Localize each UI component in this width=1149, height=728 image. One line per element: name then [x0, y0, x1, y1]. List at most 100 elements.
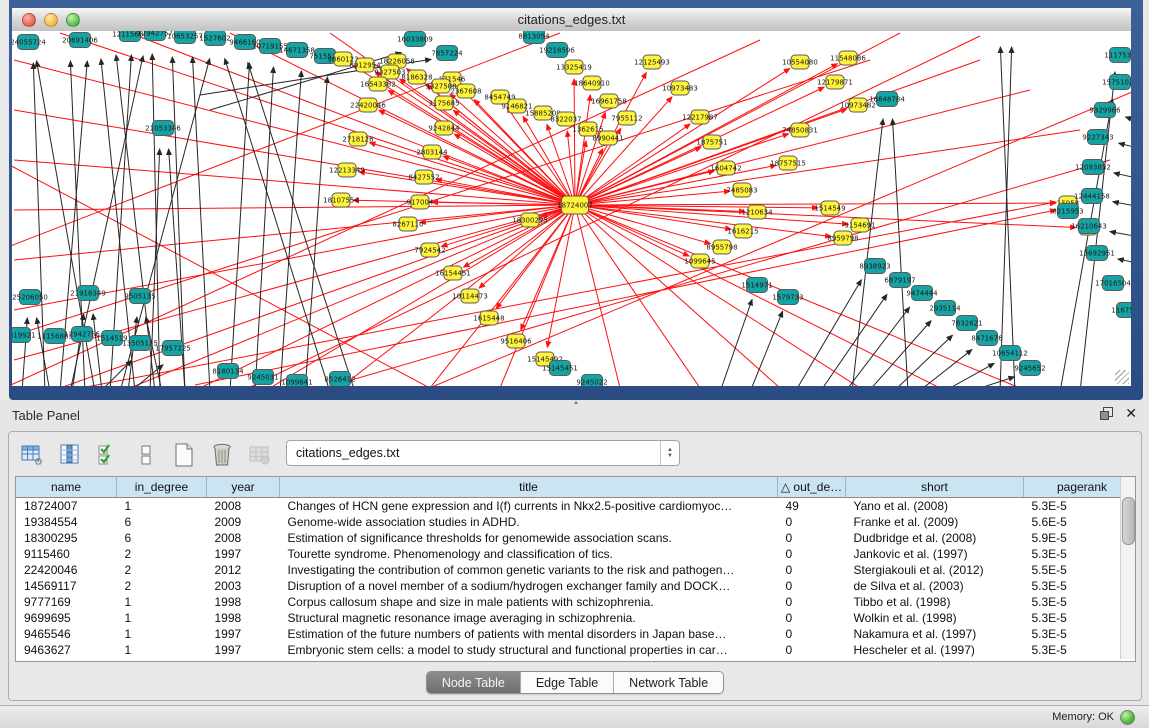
table-cell[interactable]: 18300295	[16, 530, 117, 546]
network-node[interactable]: 10114473	[452, 289, 488, 303]
network-edge[interactable]	[14, 110, 575, 205]
network-node[interactable]: 18757515	[770, 156, 806, 170]
table-cell[interactable]: 2009	[207, 514, 280, 530]
network-edge[interactable]	[1113, 202, 1131, 208]
network-node[interactable]: 15751024	[1102, 75, 1131, 90]
network-node[interactable]: 12217987	[682, 110, 718, 124]
minimize-window-button[interactable]	[44, 13, 58, 27]
network-node[interactable]: 17957225	[155, 341, 191, 356]
network-node[interactable]: 10653257	[167, 31, 203, 44]
float-panel-icon[interactable]	[1100, 407, 1113, 420]
network-node[interactable]: 74850831	[782, 123, 818, 137]
table-cell[interactable]: Estimation of significance thresholds fo…	[280, 530, 778, 546]
table-cell[interactable]: 0	[778, 626, 846, 642]
table-cell[interactable]: 19384554	[16, 514, 117, 530]
table-cell[interactable]: Embryonic stem cells: a model to study s…	[280, 642, 778, 658]
network-edge[interactable]	[14, 60, 575, 205]
table-cell[interactable]: 18724007	[16, 498, 117, 515]
table-cell[interactable]: 9699695	[16, 610, 117, 626]
table-cell[interactable]: 1997	[207, 546, 280, 562]
network-edge[interactable]	[248, 63, 355, 386]
table-row[interactable]: 1938455462009Genome-wide association stu…	[16, 514, 1136, 530]
network-node[interactable]: 10654112	[992, 346, 1028, 361]
table-cell[interactable]: Stergiakouli et al. (2012)	[846, 562, 1024, 578]
network-node[interactable]: 2803144	[416, 145, 448, 159]
network-node[interactable]: 16033809	[397, 32, 433, 47]
network-edge[interactable]	[575, 205, 860, 386]
show-columns-icon[interactable]	[57, 442, 83, 468]
network-node[interactable]: 7955112	[611, 111, 642, 125]
network-node[interactable]: 8267110	[392, 217, 423, 231]
table-cell[interactable]: 0	[778, 514, 846, 530]
network-edge[interactable]	[795, 280, 861, 386]
network-hub-node[interactable]: 18724007	[557, 196, 593, 214]
network-node[interactable]: 9242844	[428, 121, 460, 135]
table-cell[interactable]: Genome-wide association studies in ADHD.	[280, 514, 778, 530]
network-window-title-bar[interactable]: citations_edges.txt	[12, 8, 1131, 32]
table-cell[interactable]: 6	[117, 514, 207, 530]
network-node[interactable]: 9245652	[1014, 361, 1045, 376]
table-cell[interactable]: 9465546	[16, 626, 117, 642]
table-cell[interactable]: Wolkin et al. (1998)	[846, 610, 1024, 626]
checkbox-column-icon[interactable]	[133, 442, 159, 468]
network-edge[interactable]	[130, 205, 575, 386]
table-vertical-scrollbar[interactable]	[1120, 477, 1135, 659]
table-cell[interactable]: 2008	[207, 530, 280, 546]
network-node[interactable]: 12444158	[1074, 189, 1110, 204]
network-edge[interactable]	[12, 160, 430, 386]
network-node[interactable]: 7632621	[951, 316, 982, 331]
table-row[interactable]: 946362711997Embryonic stem cells: a mode…	[16, 642, 1136, 658]
network-node[interactable]: 9474444	[906, 286, 938, 301]
network-node[interactable]: 15692951	[1079, 246, 1115, 261]
table-cell[interactable]: 1998	[207, 594, 280, 610]
tab-node-table[interactable]: Node Table	[427, 672, 521, 693]
table-cell[interactable]: Franke et al. (2009)	[846, 514, 1024, 530]
table-cell[interactable]: 0	[778, 562, 846, 578]
table-cell[interactable]: 2003	[207, 578, 280, 594]
network-node[interactable]: 1117530	[1104, 48, 1131, 63]
table-row[interactable]: 969969511998Structural magnetic resonanc…	[16, 610, 1136, 626]
table-row[interactable]: 946554611997Estimation of the future num…	[16, 626, 1136, 642]
network-edge[interactable]	[575, 205, 620, 386]
network-node[interactable]: 12213349	[329, 163, 365, 177]
network-node[interactable]: 22420046	[350, 98, 386, 112]
network-node[interactable]: 8959798	[827, 231, 858, 245]
table-cell[interactable]: 1	[117, 642, 207, 658]
network-node[interactable]: 1514549	[814, 201, 845, 215]
network-node[interactable]: 16961758	[591, 94, 627, 108]
network-node[interactable]: 6879197	[884, 273, 915, 288]
table-settings-icon[interactable]: ⚙	[19, 442, 45, 468]
network-node[interactable]: 20691406	[62, 33, 98, 48]
table-cell[interactable]: de Silva et al. (2003)	[846, 578, 1024, 594]
close-panel-icon[interactable]: ✕	[1125, 407, 1137, 420]
table-cell[interactable]: Disruption of a novel member of a sodium…	[280, 578, 778, 594]
network-node[interactable]: 9245031	[247, 370, 278, 385]
table-cell[interactable]: 1997	[207, 642, 280, 658]
network-node[interactable]: 12125493	[634, 55, 670, 69]
network-node[interactable]: 7857224	[431, 46, 463, 61]
network-edge[interactable]	[280, 71, 301, 386]
network-edge[interactable]	[820, 294, 887, 386]
table-cell[interactable]: Hescheler et al. (1997)	[846, 642, 1024, 658]
network-canvas[interactable]: 2405572420691406121156831294275710653257…	[12, 31, 1131, 386]
table-cell[interactable]: 22420046	[16, 562, 117, 578]
network-node[interactable]: 18107554	[323, 193, 359, 207]
network-edge[interactable]	[172, 57, 185, 386]
table-cell[interactable]: Dudbridge et al. (2008)	[846, 530, 1024, 546]
table-cell[interactable]: 1	[117, 594, 207, 610]
network-edge[interactable]	[575, 171, 714, 205]
network-node[interactable]: 2935114	[929, 301, 961, 316]
column-header-year[interactable]: year	[207, 477, 280, 498]
network-edge[interactable]	[255, 67, 273, 386]
network-node[interactable]: 1579733	[772, 290, 803, 305]
network-node[interactable]: 13325419	[556, 60, 592, 74]
network-edge[interactable]	[547, 205, 575, 347]
table-selector-dropdown[interactable]: citations_edges.txt ▲▼	[286, 440, 680, 466]
network-node[interactable]: 17016504	[1095, 276, 1131, 291]
network-node[interactable]: 12179871	[817, 75, 853, 89]
table-cell[interactable]: 1998	[207, 610, 280, 626]
network-node[interactable]: 1616215	[727, 224, 758, 238]
network-node[interactable]: 1167533	[1111, 303, 1131, 318]
table-cell[interactable]: 6	[117, 530, 207, 546]
network-edge[interactable]	[1110, 232, 1131, 238]
